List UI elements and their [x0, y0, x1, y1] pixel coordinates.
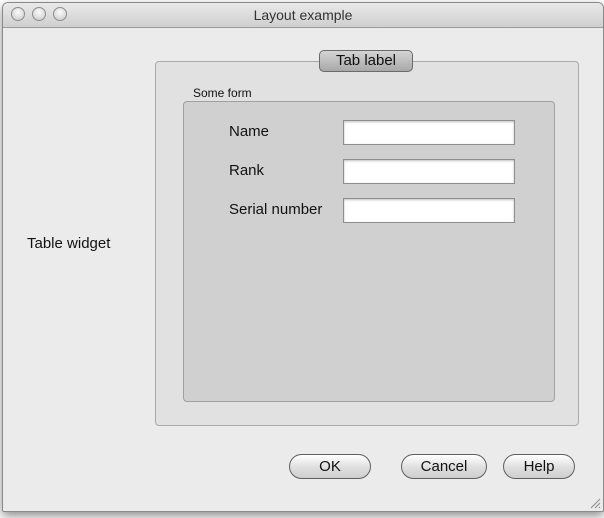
window-title: Layout example [253, 7, 353, 23]
ok-button[interactable]: OK [289, 454, 371, 479]
table-widget-placeholder[interactable]: Table widget [27, 235, 110, 252]
main-window: Layout example Table widget Tab label So… [2, 2, 604, 512]
name-label: Name [229, 123, 270, 140]
title-bar[interactable]: Layout example [3, 3, 603, 28]
resize-grip-icon[interactable] [589, 497, 601, 509]
rank-field[interactable] [343, 159, 515, 184]
help-button[interactable]: Help [503, 454, 575, 479]
tab-tab-label[interactable]: Tab label [319, 50, 413, 72]
rank-label: Rank [229, 162, 265, 179]
cancel-button[interactable]: Cancel [401, 454, 487, 479]
serial-number-label: Serial number [229, 201, 323, 218]
name-field[interactable] [343, 120, 515, 145]
serial-number-field[interactable] [343, 198, 515, 223]
group-box-title: Some form [193, 86, 252, 100]
form-group-box [183, 101, 555, 402]
